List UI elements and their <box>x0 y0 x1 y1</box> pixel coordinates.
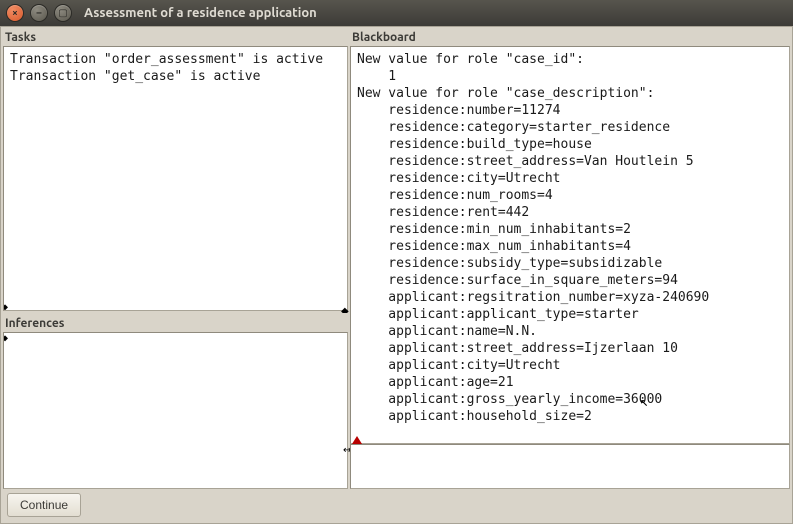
minimize-window-button[interactable]: – <box>30 4 48 22</box>
minimize-icon: – <box>37 8 42 18</box>
blackboard-content: New value for role "case_id": 1 New valu… <box>357 52 709 424</box>
tasks-textpane[interactable]: Transaction "order_assessment" is active… <box>3 46 348 311</box>
tasks-section: Tasks Transaction "order_assessment" is … <box>3 27 348 311</box>
inferences-textpane[interactable]: ◆ <box>3 332 348 489</box>
scroll-indicator-up-icon[interactable] <box>352 436 362 444</box>
left-column: Tasks Transaction "order_assessment" is … <box>3 27 348 489</box>
window-title: Assessment of a residence application <box>84 6 317 20</box>
tasks-content: Transaction "order_assessment" is active… <box>10 52 323 84</box>
inferences-label: Inferences <box>3 313 348 332</box>
inferences-section: Inferences ◆ <box>3 313 348 489</box>
close-window-button[interactable]: × <box>6 4 24 22</box>
panels-container: Tasks Transaction "order_assessment" is … <box>3 27 790 489</box>
blackboard-textpane[interactable]: New value for role "case_id": 1 New valu… <box>350 46 790 444</box>
tasks-label: Tasks <box>3 27 348 46</box>
footer: Continue <box>3 489 790 521</box>
right-column: Blackboard New value for role "case_id":… <box>350 27 790 489</box>
blackboard-section: Blackboard New value for role "case_id":… <box>350 27 790 489</box>
diamond-icon: ◆ <box>3 304 10 311</box>
titlebar: × – ▢ Assessment of a residence applicat… <box>0 0 793 26</box>
client-area: Tasks Transaction "order_assessment" is … <box>0 26 793 524</box>
blackboard-lower-pane[interactable] <box>350 444 790 489</box>
close-icon: × <box>12 8 18 18</box>
app-window: × – ▢ Assessment of a residence applicat… <box>0 0 793 524</box>
maximize-icon: ▢ <box>58 8 67 18</box>
maximize-window-button[interactable]: ▢ <box>54 4 72 22</box>
continue-button[interactable]: Continue <box>7 493 81 517</box>
diamond-icon: ◆ <box>3 335 10 343</box>
blackboard-label: Blackboard <box>350 27 790 46</box>
